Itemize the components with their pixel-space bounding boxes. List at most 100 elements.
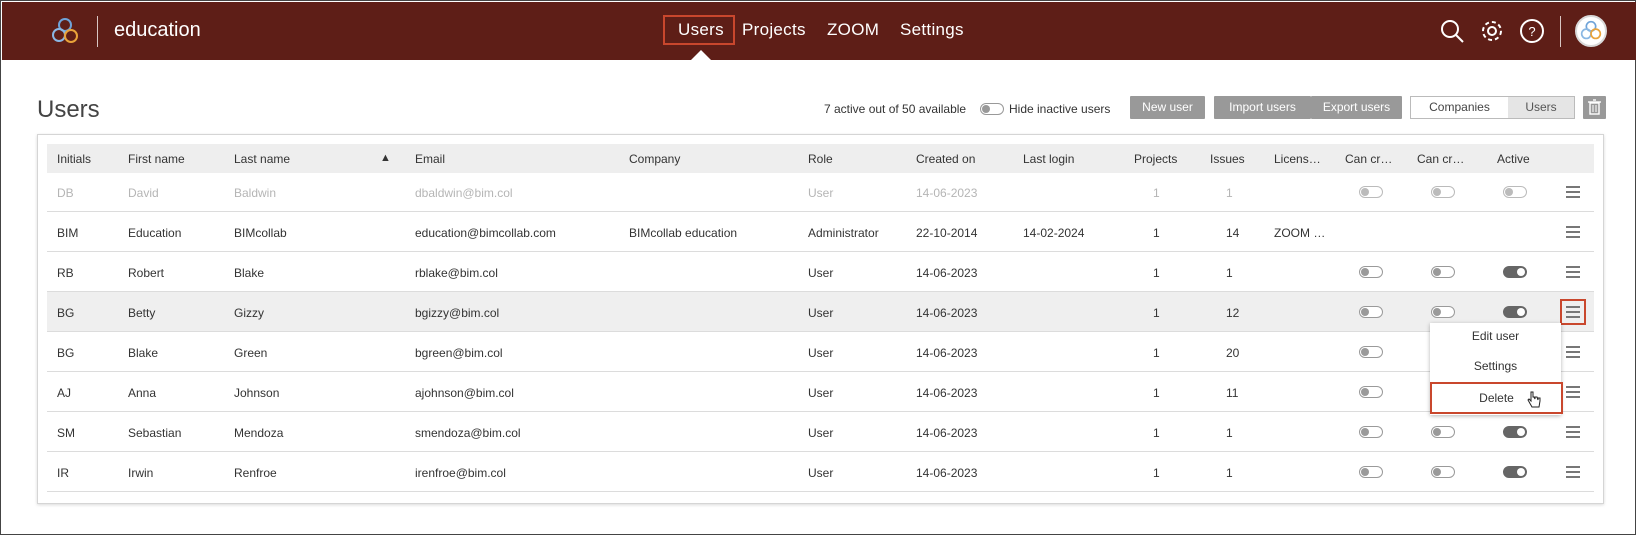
help-icon[interactable]: ? — [1519, 18, 1545, 44]
row-menu-icon[interactable] — [1566, 426, 1580, 438]
active-toggle[interactable] — [1503, 266, 1527, 278]
cell-issues: 20 — [1226, 346, 1240, 360]
cell-email: ajohnson@bim.col — [415, 386, 514, 400]
cell-role: User — [808, 186, 834, 200]
row-menu-icon[interactable] — [1566, 226, 1580, 238]
nav-zoom[interactable]: ZOOM — [827, 20, 879, 40]
column-can-create-1[interactable]: Can cr… — [1345, 152, 1392, 166]
can-create-toggle-1[interactable] — [1359, 466, 1383, 478]
table-row[interactable]: BG Blake Green bgreen@bim.col User 14-06-2023… — [47, 332, 1594, 372]
row-menu-icon[interactable] — [1566, 466, 1580, 478]
table-row[interactable]: RB Robert Blake rblake@bim.col User 14-06-202… — [47, 252, 1594, 292]
cell-role: Administrator — [808, 226, 879, 240]
can-create-toggle-1[interactable] — [1359, 386, 1383, 398]
export-users-button[interactable]: Export users — [1311, 96, 1402, 119]
cell-created-on: 14-06-2023 — [916, 186, 978, 200]
table-row[interactable]: DB David Baldwin dbaldwin@bim.col User 14-06-… — [47, 172, 1594, 212]
cell-created-on: 22-10-2014 — [916, 226, 978, 240]
nav-settings[interactable]: Settings — [900, 20, 964, 40]
nav-projects[interactable]: Projects — [742, 20, 806, 40]
can-create-toggle-1[interactable] — [1359, 266, 1383, 278]
column-last-name[interactable]: Last name — [234, 152, 290, 166]
can-create-toggle-1[interactable] — [1359, 426, 1383, 438]
cell-first-name: Blake — [128, 346, 159, 360]
menu-delete-highlight[interactable]: Delete — [1430, 382, 1563, 414]
cell-first-name: Robert — [128, 266, 165, 280]
view-users-tab[interactable]: Users — [1508, 97, 1574, 118]
can-create-toggle-1[interactable] — [1359, 346, 1383, 358]
column-can-create-2[interactable]: Can cr… — [1417, 152, 1464, 166]
can-create-toggle-2[interactable] — [1431, 466, 1455, 478]
cell-last-name: Mendoza — [234, 426, 284, 440]
active-users-count: 7 active out of 50 available — [824, 102, 967, 116]
cell-email: irenfroe@bim.col — [415, 466, 506, 480]
cell-initials: SM — [57, 426, 75, 440]
column-created-on[interactable]: Created on — [916, 152, 975, 166]
cell-created-on: 14-06-2023 — [916, 346, 978, 360]
cell-last-name: Renfroe — [234, 466, 277, 480]
search-icon[interactable] — [1439, 18, 1465, 44]
column-license[interactable]: Licens… — [1274, 152, 1321, 166]
top-navigation-bar: education Users Projects ZOOM Settings ? — [2, 2, 1636, 61]
cell-last-login: 14-02-2024 — [1023, 226, 1085, 240]
row-menu-icon[interactable] — [1566, 346, 1580, 358]
column-projects[interactable]: Projects — [1134, 152, 1177, 166]
column-initials[interactable]: Initials — [57, 152, 91, 166]
app-frame: education Users Projects ZOOM Settings ? — [0, 0, 1636, 535]
brand-name: education — [114, 19, 201, 41]
table-row[interactable]: IR Irwin Renfroe irenfroe@bim.col User 14-06-… — [47, 452, 1594, 492]
table-row[interactable]: AJ Anna Johnson ajohnson@bim.col User 14-06-2… — [47, 372, 1594, 412]
column-role[interactable]: Role — [808, 152, 833, 166]
avatar[interactable] — [1575, 15, 1607, 47]
cell-last-name: Gizzy — [234, 306, 264, 320]
column-active[interactable]: Active — [1497, 152, 1530, 166]
can-create-toggle-2[interactable] — [1431, 306, 1455, 318]
can-create-toggle-2[interactable] — [1431, 186, 1455, 198]
import-users-button[interactable]: Import users — [1214, 96, 1311, 119]
cell-created-on: 14-06-2023 — [916, 426, 978, 440]
can-create-toggle-2[interactable] — [1431, 266, 1455, 278]
cell-issues: 14 — [1226, 226, 1240, 240]
can-create-toggle-2[interactable] — [1431, 426, 1455, 438]
can-create-toggle-1[interactable] — [1359, 186, 1383, 198]
cell-role: User — [808, 306, 834, 320]
sort-ascending-icon[interactable]: ▲ — [380, 152, 391, 164]
cell-projects: 1 — [1153, 386, 1160, 400]
delete-button[interactable] — [1583, 96, 1606, 119]
cell-projects: 1 — [1153, 466, 1160, 480]
gear-icon[interactable] — [1479, 18, 1505, 44]
column-last-login[interactable]: Last login — [1023, 152, 1074, 166]
column-company[interactable]: Company — [629, 152, 680, 166]
row-menu-icon[interactable] — [1566, 186, 1580, 198]
menu-settings[interactable]: Settings — [1430, 359, 1561, 373]
cell-created-on: 14-06-2023 — [916, 266, 978, 280]
column-issues[interactable]: Issues — [1210, 152, 1245, 166]
cell-issues: 1 — [1226, 186, 1233, 200]
active-toggle[interactable] — [1503, 186, 1527, 198]
active-nav-indicator — [690, 50, 712, 61]
cell-projects: 1 — [1153, 226, 1160, 240]
cell-first-name: Sebastian — [128, 426, 182, 440]
cell-first-name: David — [128, 186, 159, 200]
icon-divider — [1560, 16, 1561, 47]
cell-projects: 1 — [1153, 266, 1160, 280]
logo-icon[interactable] — [50, 16, 80, 46]
menu-edit-user[interactable]: Edit user — [1430, 329, 1561, 343]
new-user-button[interactable]: New user — [1130, 96, 1205, 119]
cell-role: User — [808, 466, 834, 480]
nav-users[interactable]: Users — [678, 20, 724, 40]
column-first-name[interactable]: First name — [128, 152, 185, 166]
table-row[interactable]: BIM Education BIMcollab education@bimcollab… — [47, 212, 1594, 252]
row-menu-icon[interactable] — [1566, 386, 1580, 398]
active-toggle[interactable] — [1503, 466, 1527, 478]
hide-inactive-toggle[interactable] — [980, 103, 1004, 115]
view-companies-tab[interactable]: Companies — [1411, 97, 1508, 118]
cell-role: User — [808, 346, 834, 360]
row-menu-icon[interactable] — [1566, 266, 1580, 278]
active-toggle[interactable] — [1503, 426, 1527, 438]
column-email[interactable]: Email — [415, 152, 445, 166]
table-row[interactable]: BG Betty Gizzy bgizzy@bim.col User 14-06-2023… — [47, 292, 1594, 332]
table-row[interactable]: SM Sebastian Mendoza smendoza@bim.col User 14… — [47, 412, 1594, 452]
active-toggle[interactable] — [1503, 306, 1527, 318]
can-create-toggle-1[interactable] — [1359, 306, 1383, 318]
